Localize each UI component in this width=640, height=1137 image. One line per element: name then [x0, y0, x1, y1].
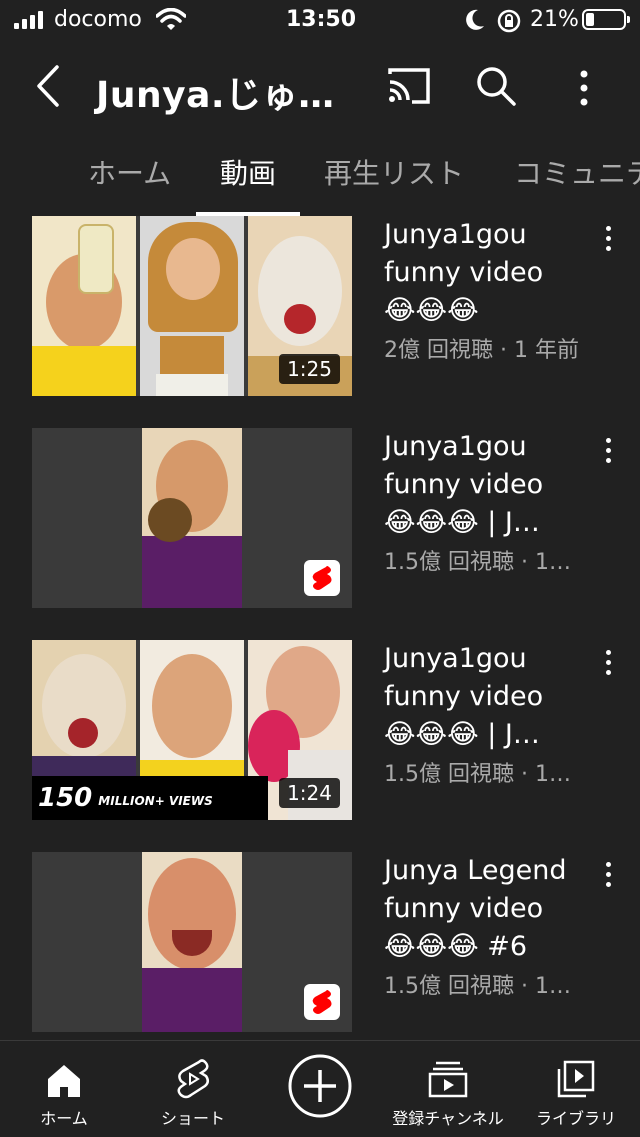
library-icon — [557, 1060, 595, 1098]
video-title-line: 😂😂😂 #6 — [384, 931, 528, 962]
nav-shorts[interactable]: ショート — [148, 1041, 238, 1137]
video-thumbnail[interactable] — [32, 428, 352, 608]
cast-icon — [388, 68, 430, 104]
video-item[interactable]: 150 MILLION+ VIEWS 1:24 Junya1gou funny … — [0, 640, 640, 852]
video-meta: Junya1gou funny video 😂😂😂 | J… 1.5億 回視聴 … — [384, 640, 594, 788]
clock: 13:50 — [286, 7, 357, 32]
tab-home[interactable]: ホーム — [88, 152, 171, 192]
video-info: 1.5億 回視聴 · 1… — [384, 974, 571, 999]
status-bar: docomo 13:50 21% — [0, 0, 640, 42]
more-vert-icon — [580, 70, 588, 106]
video-meta: Junya Legend funny video 😂😂😂 #6 1.5億 回視聴… — [384, 852, 594, 1000]
video-info: 2億 回視聴 · 1 年前 — [384, 338, 579, 363]
shorts-badge — [304, 984, 340, 1020]
video-more-button[interactable] — [596, 856, 620, 892]
thumbnail-panel — [142, 852, 242, 1032]
battery-percent: 21% — [530, 7, 579, 32]
nav-create[interactable] — [286, 1041, 354, 1137]
search-icon — [477, 67, 516, 106]
video-item[interactable]: Junya1gou funny video 😂😂😂 | J… 1.5億 回視聴 … — [0, 428, 640, 640]
video-title[interactable]: Junya1gou funny video 😂😂😂 — [384, 216, 594, 330]
video-thumbnail[interactable]: 150 MILLION+ VIEWS 1:24 — [32, 640, 352, 820]
video-title-line: funny video — [384, 257, 544, 288]
search-button[interactable] — [472, 62, 520, 110]
thumbnail-panel — [142, 428, 242, 608]
thumbnail-panel — [32, 216, 136, 396]
video-thumbnail[interactable] — [32, 852, 352, 1032]
wifi-icon — [156, 8, 186, 30]
shorts-icon — [312, 566, 332, 590]
battery-icon — [582, 9, 630, 30]
video-title-line: funny video — [384, 893, 544, 924]
nav-library-label: ライブラリ — [535, 1109, 616, 1128]
shorts-badge — [304, 560, 340, 596]
duration-badge: 1:24 — [279, 778, 340, 808]
video-title-line: 😂😂😂 | J… — [384, 719, 540, 750]
video-title-line: funny video — [384, 681, 544, 712]
video-title-line: Junya Legend — [384, 855, 567, 886]
video-more-button[interactable] — [596, 432, 620, 468]
video-item[interactable]: 1:25 Junya1gou funny video 😂😂😂 2億 回視聴 · … — [0, 216, 640, 428]
chevron-left-icon — [37, 65, 59, 107]
tab-community[interactable]: コミュニテ — [514, 152, 640, 192]
nav-home-label: ホーム — [40, 1109, 88, 1128]
video-title[interactable]: Junya Legend funny video 😂😂😂 #6 — [384, 852, 594, 966]
back-button[interactable] — [26, 62, 70, 110]
subscriptions-icon — [428, 1061, 468, 1098]
bottom-navigation: ホーム ショート 登録チャンネル ライブラリ — [0, 1040, 640, 1136]
moon-icon — [466, 9, 484, 30]
video-title[interactable]: Junya1gou funny video 😂😂😂 | J… — [384, 428, 594, 542]
views-banner-text: MILLION+ VIEWS — [98, 794, 213, 808]
duration-badge: 1:25 — [279, 354, 340, 384]
channel-tabs: ホーム 動画 再生リスト コミュニテ — [0, 132, 640, 216]
video-meta: Junya1gou funny video 😂😂😂 2億 回視聴 · 1 年前 — [384, 216, 594, 364]
more-options-button[interactable] — [566, 64, 602, 112]
carrier-name: docomo — [54, 7, 142, 32]
shorts-icon — [312, 990, 332, 1014]
nav-subscriptions[interactable]: 登録チャンネル — [384, 1041, 512, 1137]
video-meta: Junya1gou funny video 😂😂😂 | J… 1.5億 回視聴 … — [384, 428, 594, 576]
create-icon — [288, 1054, 352, 1118]
nav-library[interactable]: ライブラリ — [528, 1041, 624, 1137]
video-more-button[interactable] — [596, 644, 620, 680]
video-thumbnail[interactable]: 1:25 — [32, 216, 352, 396]
video-title[interactable]: Junya1gou funny video 😂😂😂 | J… — [384, 640, 594, 754]
video-title-line: 😂😂😂 — [384, 295, 479, 326]
video-title-line: Junya1gou — [384, 219, 527, 250]
views-banner-number: 150 — [38, 783, 93, 813]
nav-home[interactable]: ホーム — [24, 1041, 104, 1137]
video-more-button[interactable] — [596, 220, 620, 256]
views-banner: 150 MILLION+ VIEWS — [32, 776, 268, 820]
channel-header: Junya.じゅ… — [0, 42, 640, 132]
nav-subscriptions-label: 登録チャンネル — [392, 1109, 504, 1128]
cellular-signal-icon — [14, 11, 43, 29]
video-item[interactable]: Junya Legend funny video 😂😂😂 #6 1.5億 回視聴… — [0, 852, 640, 1064]
video-info: 1.5億 回視聴 · 1… — [384, 762, 571, 787]
thumbnail-panel — [140, 216, 244, 396]
nav-shorts-label: ショート — [160, 1109, 225, 1128]
shorts-icon — [177, 1059, 209, 1099]
video-title-line: Junya1gou — [384, 643, 527, 674]
cast-button[interactable] — [384, 64, 432, 108]
rotation-lock-icon — [497, 9, 521, 33]
tab-playlists[interactable]: 再生リスト — [324, 152, 464, 192]
home-icon — [48, 1065, 80, 1097]
video-info: 1.5億 回視聴 · 1… — [384, 550, 571, 575]
video-title-line: 😂😂😂 | J… — [384, 507, 540, 538]
video-title-line: Junya1gou — [384, 431, 527, 462]
video-title-line: funny video — [384, 469, 544, 500]
channel-title: Junya.じゅ… — [96, 75, 335, 116]
tab-videos[interactable]: 動画 — [220, 152, 276, 192]
